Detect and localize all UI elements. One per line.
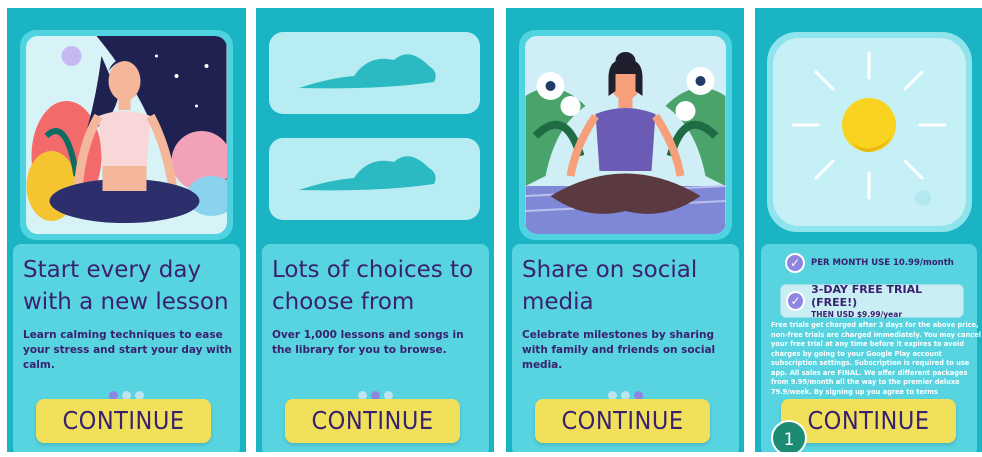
meditating-woman-illustration bbox=[525, 36, 726, 234]
subscription-screen: ✓ PER MONTH USE 10.99/month ✓ 3-DAY FREE… bbox=[755, 8, 982, 452]
onboarding-screen-2: Lots of choices to choose from Over 1,00… bbox=[256, 8, 494, 452]
screen-title: Share on social media bbox=[522, 257, 698, 315]
screen-title: Lots of choices to choose from bbox=[272, 257, 474, 315]
screen-title: Start every day with a new lesson bbox=[23, 257, 229, 315]
plan-option-monthly[interactable]: ✓ PER MONTH USE 10.99/month bbox=[785, 253, 954, 273]
cloud-icon bbox=[299, 156, 436, 191]
check-icon: ✓ bbox=[785, 253, 805, 273]
screen-description: Over 1,000 lessons and songs in the libr… bbox=[272, 329, 464, 356]
illustration-card bbox=[20, 30, 233, 240]
step-badge: 1 bbox=[771, 420, 807, 452]
continue-button[interactable]: CONTINUE bbox=[535, 399, 710, 443]
check-icon: ✓ bbox=[786, 291, 806, 311]
choice-card-1[interactable] bbox=[269, 32, 480, 114]
plan-option-label: PER MONTH USE 10.99/month bbox=[811, 258, 954, 268]
sun-card bbox=[767, 32, 972, 232]
choice-card-2[interactable] bbox=[269, 138, 480, 220]
onboarding-screen-1: Start every day with a new lesson Learn … bbox=[7, 8, 246, 452]
illustration-card bbox=[519, 30, 732, 240]
subscription-terms: Free trials get charged after 3 days for… bbox=[771, 321, 981, 396]
plan-option-subtitle: THEN USD $9.99/year bbox=[811, 310, 903, 319]
plan-option-title: 3-DAY FREE TRIAL (FREE!) bbox=[811, 283, 923, 309]
plan-option-free-trial[interactable]: ✓ 3-DAY FREE TRIAL (FREE!) THEN USD $9.9… bbox=[780, 283, 964, 319]
meditating-woman-illustration bbox=[26, 36, 227, 234]
sun-icon bbox=[791, 51, 947, 206]
screen-description: Celebrate milestones by sharing with fam… bbox=[522, 329, 716, 371]
onboarding-screen-3: Share on social media Celebrate mileston… bbox=[506, 8, 744, 452]
continue-button[interactable]: CONTINUE bbox=[781, 399, 956, 443]
cloud-icon bbox=[299, 54, 436, 89]
continue-button[interactable]: CONTINUE bbox=[36, 399, 211, 443]
screen-description: Learn calming techniques to ease your st… bbox=[23, 329, 232, 371]
continue-button[interactable]: CONTINUE bbox=[285, 399, 460, 443]
